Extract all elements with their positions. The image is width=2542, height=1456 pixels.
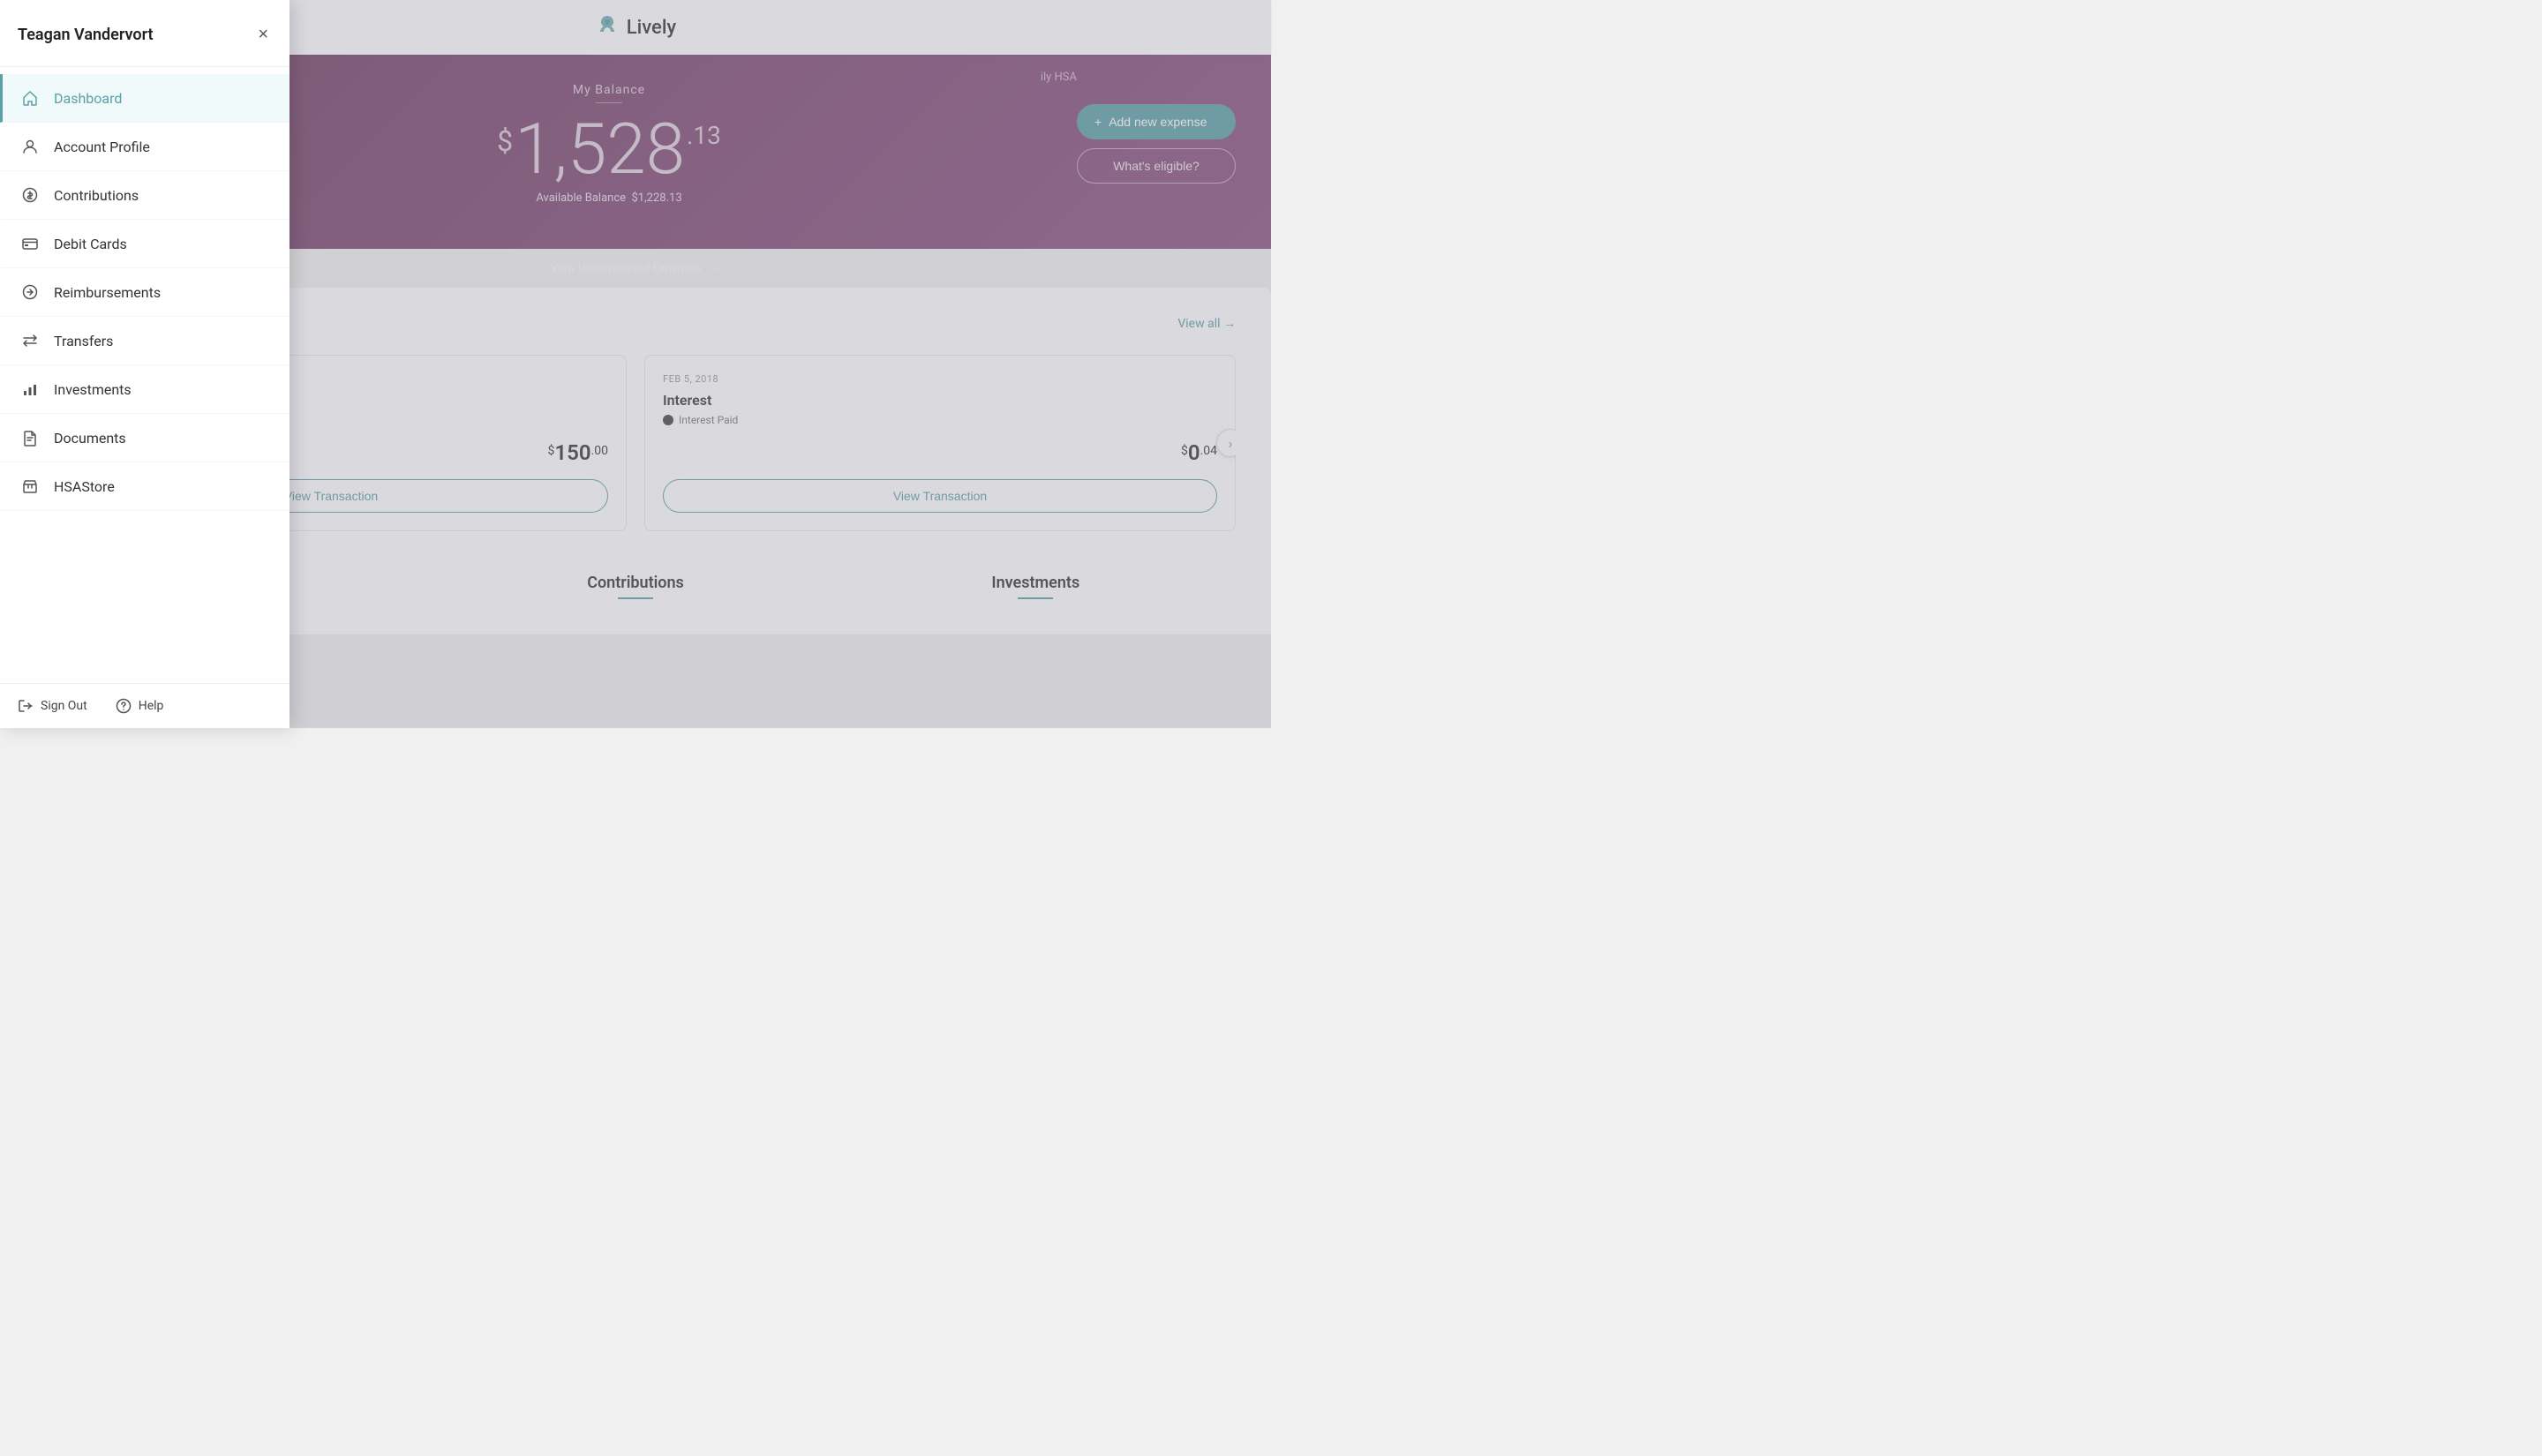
sidebar-item-contributions[interactable]: Contributions [0,171,290,220]
sidebar-item-label-documents: Documents [54,430,126,447]
document-icon [20,428,40,447]
sign-out-icon [18,698,34,714]
sidebar-item-label-contributions: Contributions [54,187,139,204]
sidebar-item-label-dashboard: Dashboard [54,90,122,107]
sidebar-item-label-investments: Investments [54,381,132,398]
sidebar-item-label-reimbursements: Reimbursements [54,284,161,301]
sidebar-overlay[interactable] [290,0,1271,728]
transfer-icon [20,331,40,350]
sidebar-close-button[interactable]: × [254,21,272,49]
sidebar-item-hsastore[interactable]: HSAStore [0,462,290,511]
sidebar-header: Teagan Vandervort × [0,0,290,67]
sidebar: Teagan Vandervort × Dashboard Account Pr… [0,0,290,728]
sidebar-nav: Dashboard Account Profile Contributions [0,67,290,683]
sidebar-item-investments[interactable]: Investments [0,365,290,414]
chart-icon [20,379,40,399]
sidebar-item-account-profile[interactable]: Account Profile [0,123,290,171]
reimburse-icon [20,282,40,302]
sidebar-item-label-debit-cards: Debit Cards [54,236,127,252]
sidebar-item-documents[interactable]: Documents [0,414,290,462]
dollar-circle-icon [20,185,40,205]
sidebar-item-transfers[interactable]: Transfers [0,317,290,365]
store-icon [20,477,40,496]
sidebar-item-debit-cards[interactable]: Debit Cards [0,220,290,268]
sidebar-item-label-hsastore: HSAStore [54,478,115,495]
sidebar-item-dashboard[interactable]: Dashboard [0,74,290,123]
home-icon [20,88,40,108]
help-icon [116,698,132,714]
sidebar-username: Teagan Vandervort [18,26,154,44]
sidebar-item-label-transfers: Transfers [54,333,113,349]
sidebar-footer: Sign Out Help [0,683,290,728]
sidebar-item-reimbursements[interactable]: Reimbursements [0,268,290,317]
sidebar-item-label-account-profile: Account Profile [54,139,150,155]
credit-card-icon [20,234,40,253]
help-button[interactable]: Help [116,698,164,714]
person-icon [20,137,40,156]
sign-out-button[interactable]: Sign Out [18,698,87,714]
